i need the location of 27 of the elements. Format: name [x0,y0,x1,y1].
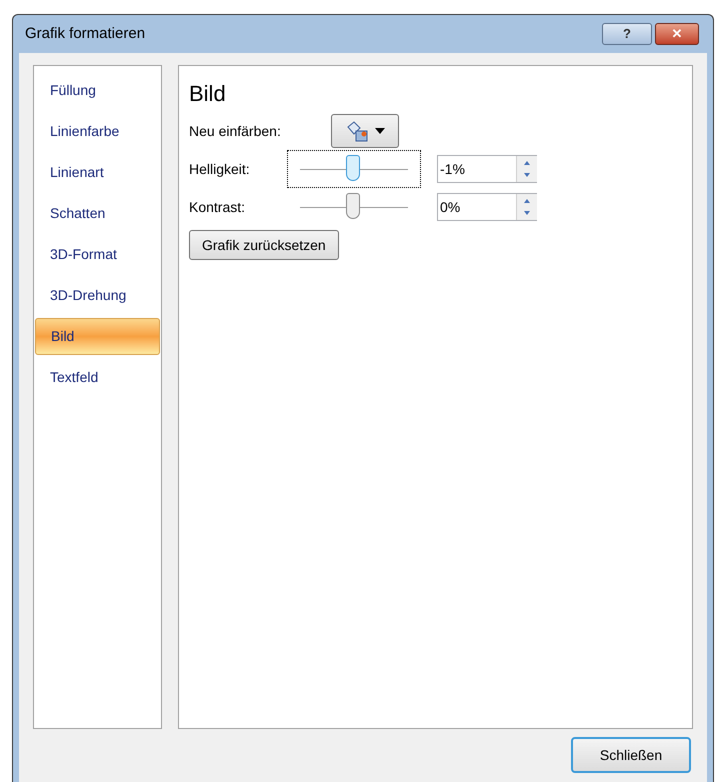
spin-field[interactable]: -1% [437,155,537,183]
spin-up-icon[interactable] [517,194,537,207]
close-dialog-button[interactable]: Schließen [571,737,691,773]
recolor-label: Neu einfärben: [189,122,282,140]
sidebar-item[interactable]: Schatten [35,195,160,232]
help-button[interactable]: ? [602,23,652,45]
spin-up-icon[interactable] [517,156,537,169]
slider-label: Helligkeit: [189,160,251,179]
slider-thumb[interactable] [346,192,360,218]
sidebar-item[interactable]: 3D-Format [35,236,160,273]
sidebar-item[interactable]: Textfeld [35,359,160,396]
sidebar-item[interactable]: Linienart [35,154,160,191]
sidebar-item[interactable]: Linienfarbe [35,113,160,150]
spin-field[interactable]: 0% [437,193,537,221]
section-heading: Bild [189,80,227,108]
sidebar-item[interactable]: 3D-Drehung [35,277,160,314]
sidebar-item[interactable]: Füllung [35,72,160,109]
slider-thumb[interactable] [346,154,360,180]
caret-icon [375,128,385,134]
recolor-dropdown[interactable] [331,114,399,148]
spin-down-icon[interactable] [517,207,537,220]
slider[interactable] [287,150,421,188]
sidebar-item[interactable]: Bild [35,318,160,355]
window-title: Grafik formatieren [25,24,146,44]
reset-button[interactable]: Grafik zurücksetzen [189,230,339,260]
spin-down-icon[interactable] [517,169,537,182]
slider-label: Kontrast: [189,198,246,216]
